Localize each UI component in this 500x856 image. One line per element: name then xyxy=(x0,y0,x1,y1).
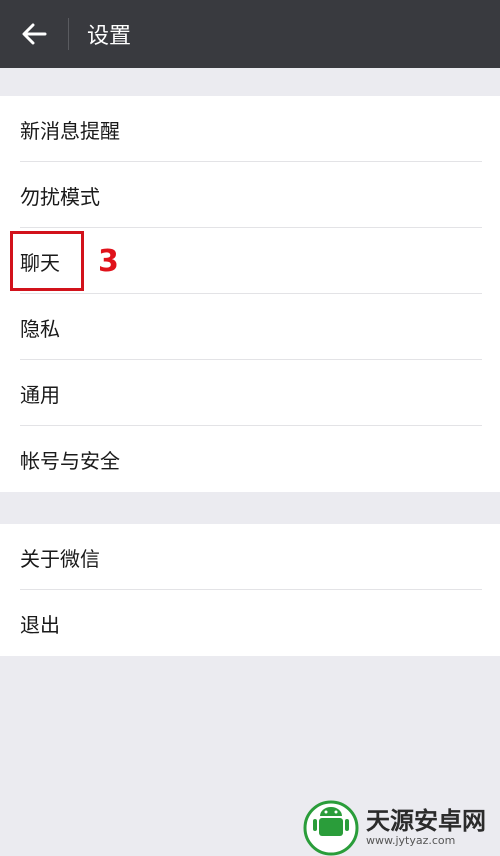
settings-item-chat[interactable]: 聊天 xyxy=(0,228,500,294)
settings-item-label: 退出 xyxy=(20,612,60,637)
settings-item-label: 通用 xyxy=(20,382,60,407)
settings-item-label: 新消息提醒 xyxy=(20,118,120,143)
android-logo-icon xyxy=(303,800,359,856)
settings-item-label: 帐号与安全 xyxy=(20,448,120,473)
settings-group-secondary: 关于微信 退出 xyxy=(0,524,500,656)
settings-item-do-not-disturb[interactable]: 勿扰模式 xyxy=(0,162,500,228)
arrow-left-icon xyxy=(22,23,47,45)
annotation-step-number: 3 xyxy=(98,244,119,279)
watermark: 天源安卓网 www.jytyaz.com xyxy=(300,800,500,856)
settings-item-label: 隐私 xyxy=(20,316,60,341)
settings-item-new-message-alerts[interactable]: 新消息提醒 xyxy=(0,96,500,162)
settings-item-logout[interactable]: 退出 xyxy=(0,590,500,656)
watermark-url: www.jytyaz.com xyxy=(366,834,456,847)
settings-item-label: 关于微信 xyxy=(20,546,100,571)
settings-item-account-security[interactable]: 帐号与安全 xyxy=(0,426,500,492)
watermark-title: 天源安卓网 xyxy=(366,807,486,835)
settings-item-label: 聊天 xyxy=(20,250,60,275)
settings-group-main: 新消息提醒 勿扰模式 聊天 隐私 通用 帐号与安全 xyxy=(0,96,500,492)
header-divider xyxy=(68,18,69,50)
top-bar: 设置 xyxy=(0,0,500,68)
settings-item-label: 勿扰模式 xyxy=(20,184,100,209)
back-button[interactable] xyxy=(0,0,68,68)
settings-item-general[interactable]: 通用 xyxy=(0,360,500,426)
settings-item-privacy[interactable]: 隐私 xyxy=(0,294,500,360)
page-title: 设置 xyxy=(87,24,132,49)
settings-item-about-wechat[interactable]: 关于微信 xyxy=(0,524,500,590)
